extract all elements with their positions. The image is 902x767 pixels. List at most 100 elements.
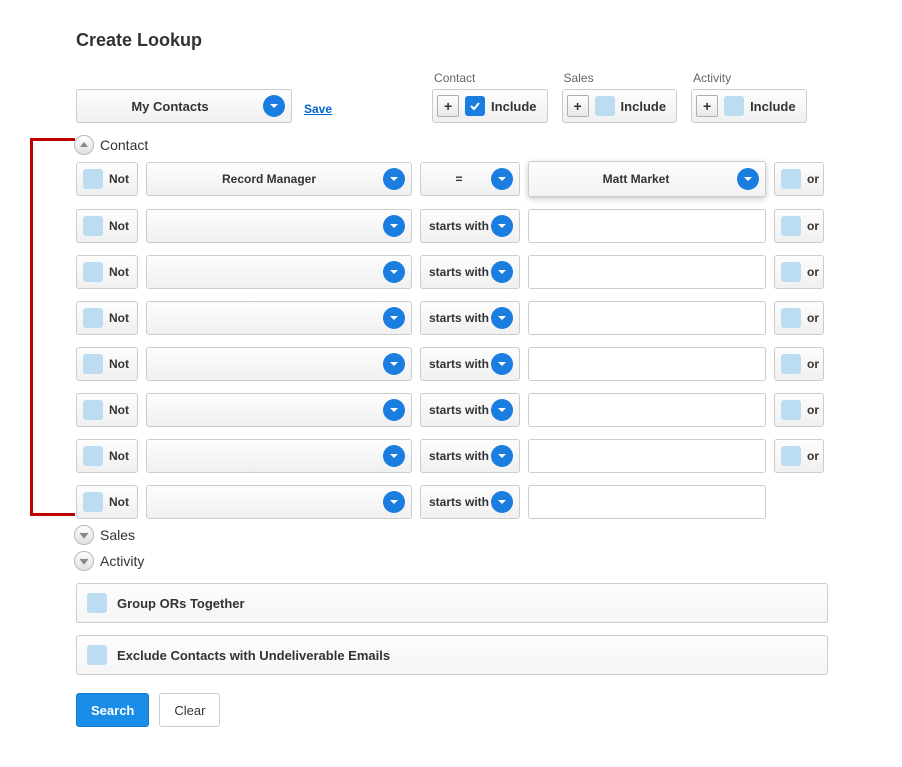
field-select[interactable]: Record Manager [146,162,412,196]
or-label: or [807,449,819,463]
operator-label: starts with [427,403,491,417]
criteria-row: Not starts with or [76,393,902,427]
or-checkbox[interactable] [781,308,801,328]
or-toggle[interactable]: or [774,439,824,473]
not-toggle[interactable]: Not [76,439,138,473]
include-group-label: Sales [562,71,678,85]
or-checkbox[interactable] [781,400,801,420]
value-input[interactable] [528,301,766,335]
field-select[interactable] [146,301,412,335]
include-group-label: Contact [432,71,548,85]
exclude-undeliverable-option[interactable]: Exclude Contacts with Undeliverable Emai… [76,635,828,675]
field-select[interactable] [146,439,412,473]
include-checkbox[interactable] [724,96,744,116]
operator-select[interactable]: starts with [420,393,520,427]
plus-icon[interactable]: + [696,95,718,117]
or-toggle[interactable]: or [774,347,824,381]
not-toggle[interactable]: Not [76,209,138,243]
not-toggle[interactable]: Not [76,485,138,519]
or-checkbox[interactable] [781,446,801,466]
group-ors-option[interactable]: Group ORs Together [76,583,828,623]
plus-icon[interactable]: + [567,95,589,117]
field-select[interactable] [146,347,412,381]
not-label: Not [109,311,129,325]
section-header-contact[interactable]: Contact [74,135,902,155]
not-checkbox[interactable] [83,308,103,328]
operator-select[interactable]: starts with [420,347,520,381]
chevron-down-icon [491,215,513,237]
not-toggle[interactable]: Not [76,301,138,335]
or-checkbox[interactable] [781,216,801,236]
operator-select[interactable]: = [420,162,520,196]
chevron-down-icon [491,168,513,190]
not-checkbox[interactable] [83,262,103,282]
field-select[interactable] [146,209,412,243]
include-label: Include [491,99,537,114]
not-toggle[interactable]: Not [76,347,138,381]
or-toggle[interactable]: or [774,255,824,289]
include-box-sales: + Include [562,89,678,123]
value-input[interactable] [528,209,766,243]
chevron-down-icon [383,399,405,421]
save-link[interactable]: Save [304,102,332,116]
field-select[interactable] [146,485,412,519]
operator-label: starts with [427,311,491,325]
value-select[interactable]: Matt Market [528,161,766,197]
or-checkbox[interactable] [781,262,801,282]
not-label: Not [109,449,129,463]
not-label: Not [109,265,129,279]
criteria-row: Not starts with or [76,301,902,335]
chevron-down-icon [74,525,94,545]
include-checkbox[interactable] [595,96,615,116]
not-checkbox[interactable] [83,169,103,189]
group-ors-checkbox[interactable] [87,593,107,613]
chevron-down-icon [383,353,405,375]
field-select[interactable] [146,393,412,427]
chevron-down-icon [74,551,94,571]
chevron-down-icon [491,261,513,283]
contacts-set-selector[interactable]: My Contacts [76,89,292,123]
plus-icon[interactable]: + [437,95,459,117]
operator-select[interactable]: starts with [420,301,520,335]
operator-label: starts with [427,449,491,463]
not-checkbox[interactable] [83,492,103,512]
not-checkbox[interactable] [83,354,103,374]
include-label: Include [621,99,667,114]
or-toggle[interactable]: or [774,162,824,196]
not-checkbox[interactable] [83,216,103,236]
operator-select[interactable]: starts with [420,209,520,243]
or-checkbox[interactable] [781,354,801,374]
not-checkbox[interactable] [83,446,103,466]
or-label: or [807,265,819,279]
not-toggle[interactable]: Not [76,393,138,427]
or-toggle[interactable]: or [774,301,824,335]
or-checkbox[interactable] [781,169,801,189]
value-input[interactable] [528,485,766,519]
include-group-label: Activity [691,71,807,85]
field-select[interactable] [146,255,412,289]
value-input[interactable] [528,347,766,381]
not-toggle[interactable]: Not [76,255,138,289]
include-label: Include [750,99,796,114]
include-checkbox[interactable] [465,96,485,116]
exclude-undeliverable-label: Exclude Contacts with Undeliverable Emai… [117,648,390,663]
chevron-down-icon [491,353,513,375]
operator-label: = [427,172,491,186]
operator-label: starts with [427,265,491,279]
or-toggle[interactable]: or [774,209,824,243]
operator-label: starts with [427,357,491,371]
not-checkbox[interactable] [83,400,103,420]
operator-select[interactable]: starts with [420,255,520,289]
or-label: or [807,172,819,186]
not-toggle[interactable]: Not [76,162,138,196]
chevron-down-icon [737,168,759,190]
value-input[interactable] [528,393,766,427]
operator-select[interactable]: starts with [420,439,520,473]
section-header-sales[interactable]: Sales [74,525,902,545]
section-header-activity[interactable]: Activity [74,551,902,571]
value-input[interactable] [528,439,766,473]
or-toggle[interactable]: or [774,393,824,427]
value-input[interactable] [528,255,766,289]
operator-select[interactable]: starts with [420,485,520,519]
exclude-undeliverable-checkbox[interactable] [87,645,107,665]
